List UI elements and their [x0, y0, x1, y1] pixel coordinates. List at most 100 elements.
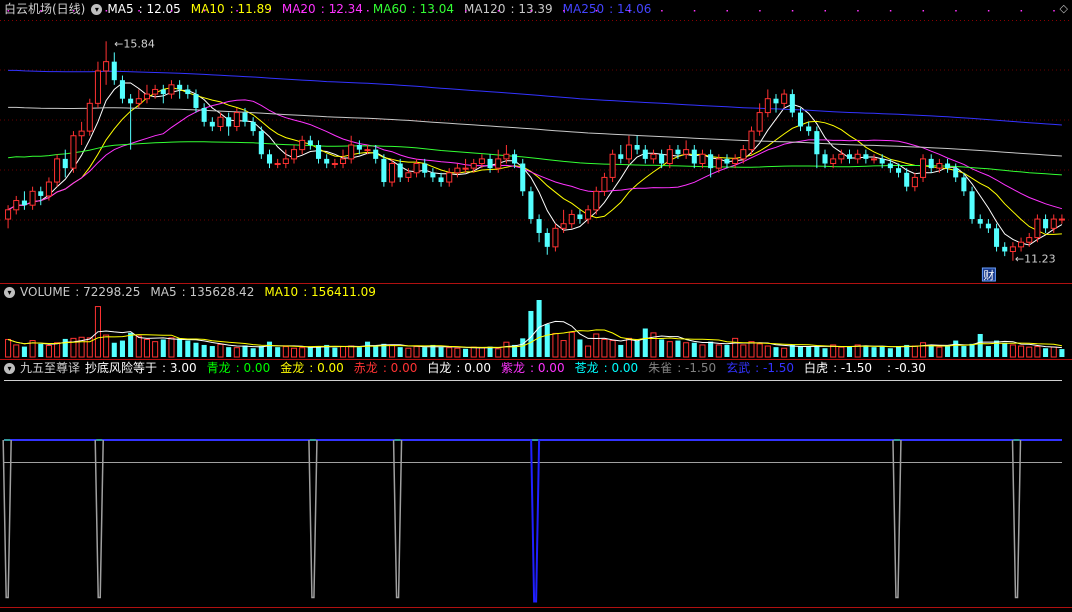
volume-bar	[748, 341, 755, 358]
volume-bar	[128, 332, 134, 357]
volume-bar	[724, 344, 730, 357]
candle	[911, 172, 918, 192]
candle	[470, 158, 477, 173]
candle	[389, 158, 396, 187]
volume-bar	[822, 348, 828, 357]
candle	[512, 149, 518, 169]
indicator-dip	[892, 439, 902, 599]
candle	[846, 149, 853, 164]
candle-body	[577, 214, 583, 220]
signal-dot	[595, 10, 598, 12]
indicator-dip	[1011, 439, 1022, 599]
candle-body	[54, 158, 61, 183]
candle-body	[895, 168, 902, 173]
volume-bar	[233, 347, 240, 358]
volume-bar	[773, 347, 779, 357]
candle	[201, 103, 207, 127]
candle-body	[299, 139, 306, 151]
volume-bar	[863, 346, 869, 357]
signal-dot	[105, 10, 108, 12]
volume-bar	[201, 344, 207, 357]
chart-canvas[interactable]: ←15.84 ←11.23 财	[0, 0, 1072, 612]
candle	[764, 89, 771, 118]
candle-body	[544, 232, 550, 247]
candle	[258, 126, 264, 159]
candle-body	[675, 149, 681, 155]
candle-body	[201, 107, 207, 122]
candle-body	[830, 158, 837, 165]
candle-body	[422, 163, 428, 173]
candle-body	[5, 209, 12, 220]
candle	[797, 107, 804, 132]
candle	[593, 186, 600, 215]
volume-bar	[928, 344, 934, 357]
candle-body	[732, 158, 739, 165]
candle	[1058, 214, 1065, 224]
volume-bar	[373, 346, 379, 357]
volume-bar	[1043, 348, 1049, 357]
candle	[1034, 214, 1041, 243]
volume-bar	[871, 347, 877, 357]
signal-dot	[1020, 10, 1023, 12]
volume-bar	[152, 341, 159, 358]
candle-body	[128, 98, 134, 104]
candle-body	[290, 149, 298, 160]
candle-body	[838, 153, 845, 160]
candle	[806, 121, 812, 136]
volume-bar	[846, 346, 853, 357]
candle-body	[258, 131, 264, 155]
volume-bar	[1050, 346, 1057, 358]
volume-bar	[356, 347, 362, 357]
signal-dot	[497, 10, 500, 12]
candle-body	[503, 153, 510, 160]
candle-body	[1043, 219, 1049, 229]
volume-bar	[895, 346, 902, 357]
candle-body	[70, 135, 77, 169]
volume-bar	[675, 340, 681, 357]
candle-body	[887, 163, 893, 169]
candle-body	[193, 94, 199, 108]
volume-bar	[764, 345, 771, 358]
candle-body	[94, 70, 101, 104]
candle-body	[430, 172, 436, 178]
candle-body	[781, 93, 788, 104]
candle-body	[560, 223, 567, 229]
volume-bar	[920, 342, 927, 358]
candle	[250, 117, 256, 136]
candle-body	[462, 167, 469, 170]
volume-bar	[806, 346, 812, 357]
candle-body	[797, 112, 804, 127]
candle	[13, 195, 20, 215]
volume-bar	[168, 337, 175, 358]
volume-bar	[299, 347, 306, 358]
volume-bar	[838, 346, 845, 358]
candle-body	[708, 154, 714, 169]
candle-body	[185, 89, 191, 95]
signal-dot	[399, 10, 402, 12]
candle-body	[331, 163, 338, 166]
candle-body	[266, 154, 273, 164]
volume-bar	[666, 341, 673, 358]
volume-bar	[601, 338, 608, 358]
candle-body	[274, 163, 281, 166]
indicator-dip	[94, 439, 104, 599]
volume-bar	[45, 344, 52, 358]
indicator-blue-dip	[530, 439, 541, 603]
signal-dot	[857, 10, 859, 12]
candle-body	[177, 84, 183, 90]
volume-bar	[463, 348, 469, 357]
candle	[111, 52, 117, 85]
candle	[160, 84, 166, 104]
candle	[45, 177, 52, 201]
candle-body	[806, 126, 812, 132]
candle-body	[339, 158, 347, 165]
signal-dot	[138, 10, 140, 12]
candle-body	[642, 149, 648, 159]
candle	[348, 135, 355, 164]
candle-body	[977, 219, 983, 224]
candle	[462, 158, 469, 173]
candle-body	[454, 167, 461, 174]
candle	[1018, 237, 1025, 252]
candle	[226, 112, 232, 136]
candle	[634, 135, 640, 155]
